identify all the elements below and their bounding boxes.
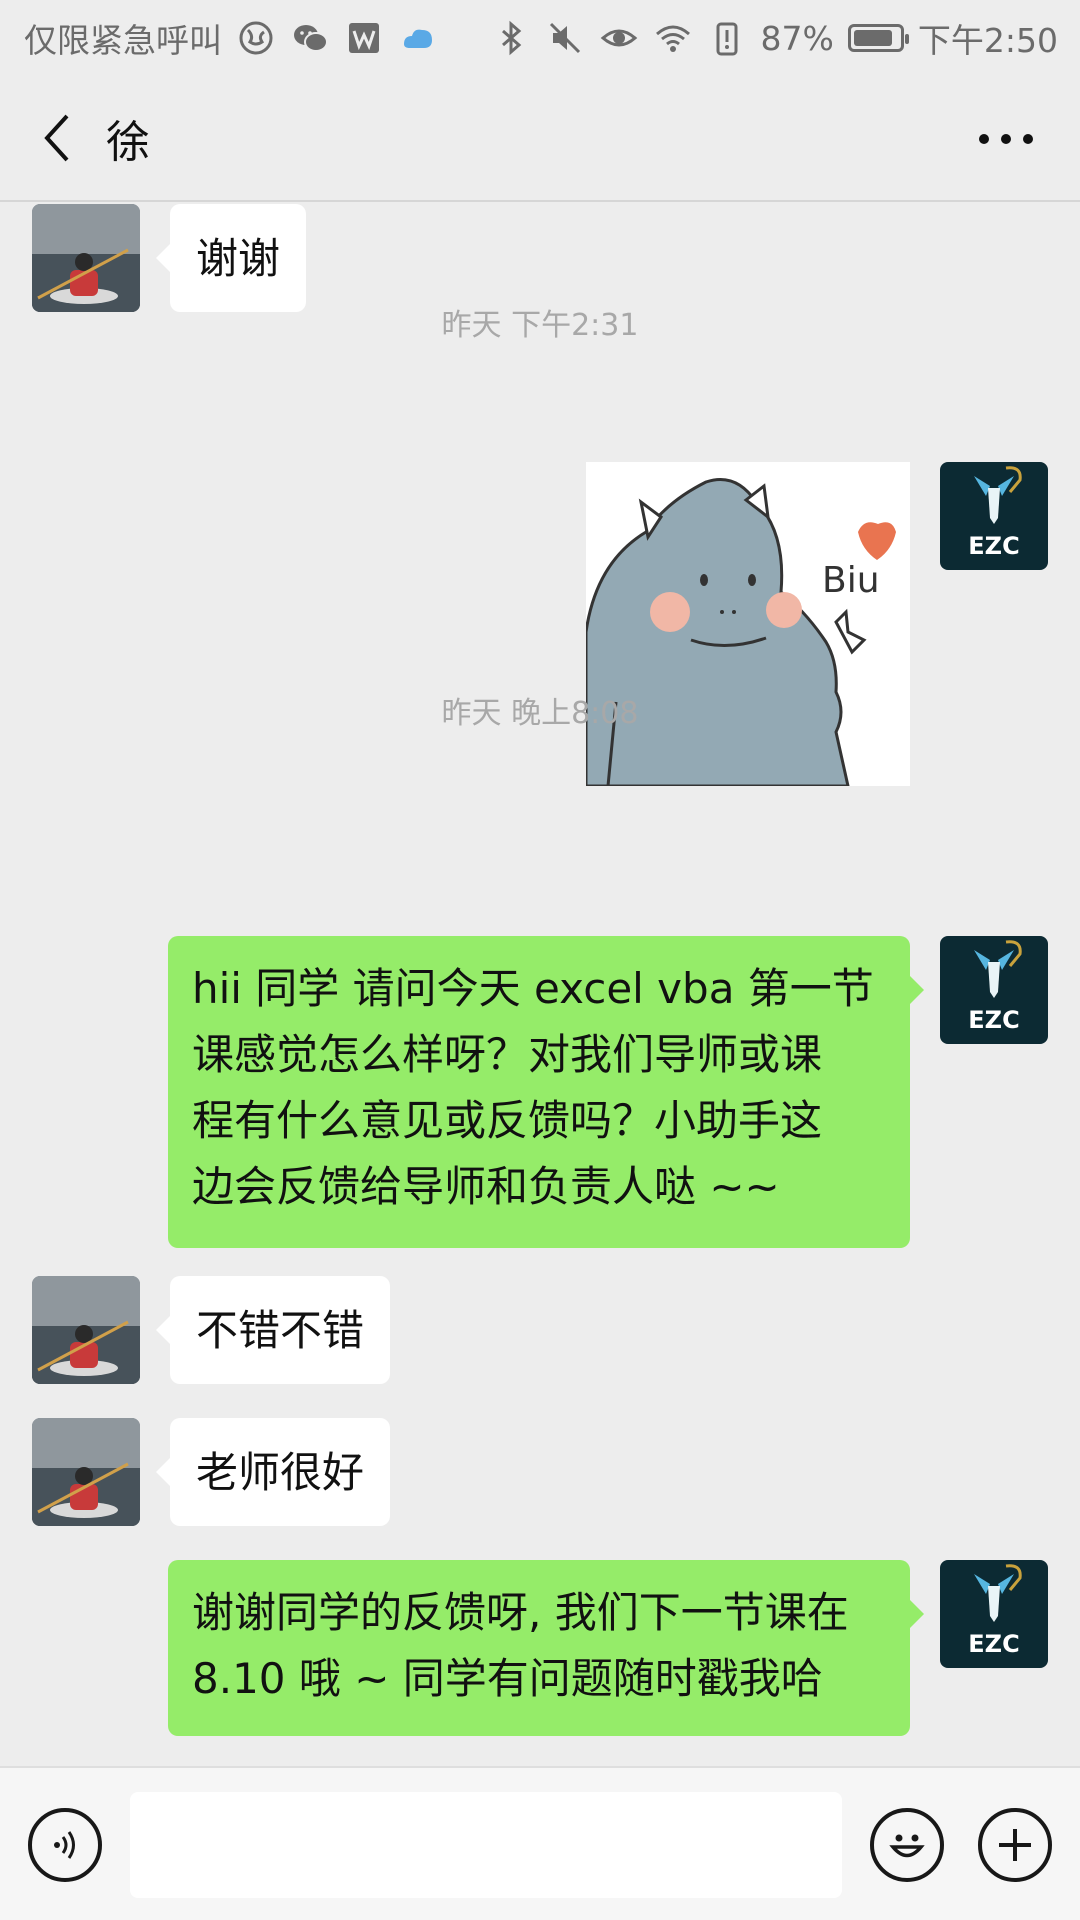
ezc-logo-icon: EZC [968,1564,1022,1658]
ezc-label: EZC [968,532,1019,560]
clock-time: 下午2:50 [917,21,1058,60]
sticker-caption: Biu [822,560,880,601]
emoji-button[interactable] [870,1808,944,1882]
kayak-photo-icon [32,204,140,312]
sticker-message[interactable]: Biu [586,462,910,786]
message-line: 程有什么意见或反馈吗？小助手这 [192,1096,823,1145]
bluetooth-icon [491,18,531,58]
input-bar [0,1766,1080,1920]
more-button[interactable] [956,76,1056,202]
message-line: 课感觉怎么样呀？对我们导师或课 [192,1030,823,1079]
plus-icon [999,1829,1031,1861]
status-left: 仅限紧急呼叫 [24,14,438,62]
wifi-icon [653,18,693,58]
dinosaur-sticker-icon: Biu [586,478,896,786]
status-right: 87% 下午2:50 [491,14,1058,62]
chat-scroll-area[interactable]: 谢谢 昨天 下午2:31 Biu EZC 昨天 晚上8:08 hii 同学 请问… [0,204,1080,1766]
message-bubble-received[interactable]: 不错不错 [155,1276,391,1384]
battery-level-fill [853,30,892,46]
more-dots-icon [979,134,1033,144]
globe-icon [236,18,276,58]
more-actions-button[interactable] [978,1808,1052,1882]
ezc-label: EZC [968,1006,1019,1034]
battery-icon [847,24,909,52]
ezc-label: EZC [968,1630,1019,1658]
wps-icon [344,18,384,58]
kayak-photo-icon [32,1276,140,1384]
mute-icon [545,18,585,58]
self-avatar[interactable]: EZC [940,936,1048,1044]
message-bubble-sent[interactable]: hii 同学 请问今天 excel vba 第一节 课感觉怎么样呀？对我们导师或… [168,936,924,1248]
eye-icon [599,18,639,58]
message-line: hii 同学 请问今天 excel vba 第一节 [192,964,874,1013]
message-line: 谢谢同学的反馈呀, 我们下一节课在 [192,1588,849,1637]
contact-avatar[interactable] [32,1418,140,1526]
message-bubble-received[interactable]: 老师很好 [155,1418,391,1526]
self-avatar[interactable]: EZC [940,462,1048,570]
chat-header: 徐 [0,76,1080,202]
battery-alert-icon [707,18,747,58]
contact-avatar[interactable] [32,204,140,312]
status-bar: 仅限紧急呼叫 87% 下午2:50 [0,0,1080,76]
battery-percent: 87% [760,18,834,58]
voice-icon [54,1831,75,1859]
message-line: 边会反馈给导师和负责人哒 ~~ [192,1162,780,1211]
emoji-icon [889,1834,925,1858]
kayak-photo-icon [32,1418,140,1526]
chevron-left-icon [44,114,69,162]
back-button[interactable] [14,76,100,200]
voice-toggle-button[interactable] [28,1808,102,1882]
carrier-text: 仅限紧急呼叫 [24,21,222,60]
contact-avatar[interactable] [32,1276,140,1384]
cloud-icon [398,18,438,58]
message-bubble-received[interactable]: 谢谢 [155,204,307,312]
self-avatar[interactable]: EZC [940,1560,1048,1668]
chat-title: 徐 [106,117,150,168]
ezc-logo-icon: EZC [968,940,1022,1034]
timestamp: 昨天 晚上8:08 [441,696,639,731]
ezc-logo-icon: EZC [968,466,1022,560]
timestamp: 昨天 下午2:31 [441,308,639,343]
message-line: 8.10 哦 ~ 同学有问题随时戳我哈 [192,1654,823,1703]
message-bubble-sent[interactable]: 谢谢同学的反馈呀, 我们下一节课在 8.10 哦 ~ 同学有问题随时戳我哈 [168,1560,924,1736]
message-input[interactable] [130,1792,842,1898]
wechat-icon [290,18,330,58]
